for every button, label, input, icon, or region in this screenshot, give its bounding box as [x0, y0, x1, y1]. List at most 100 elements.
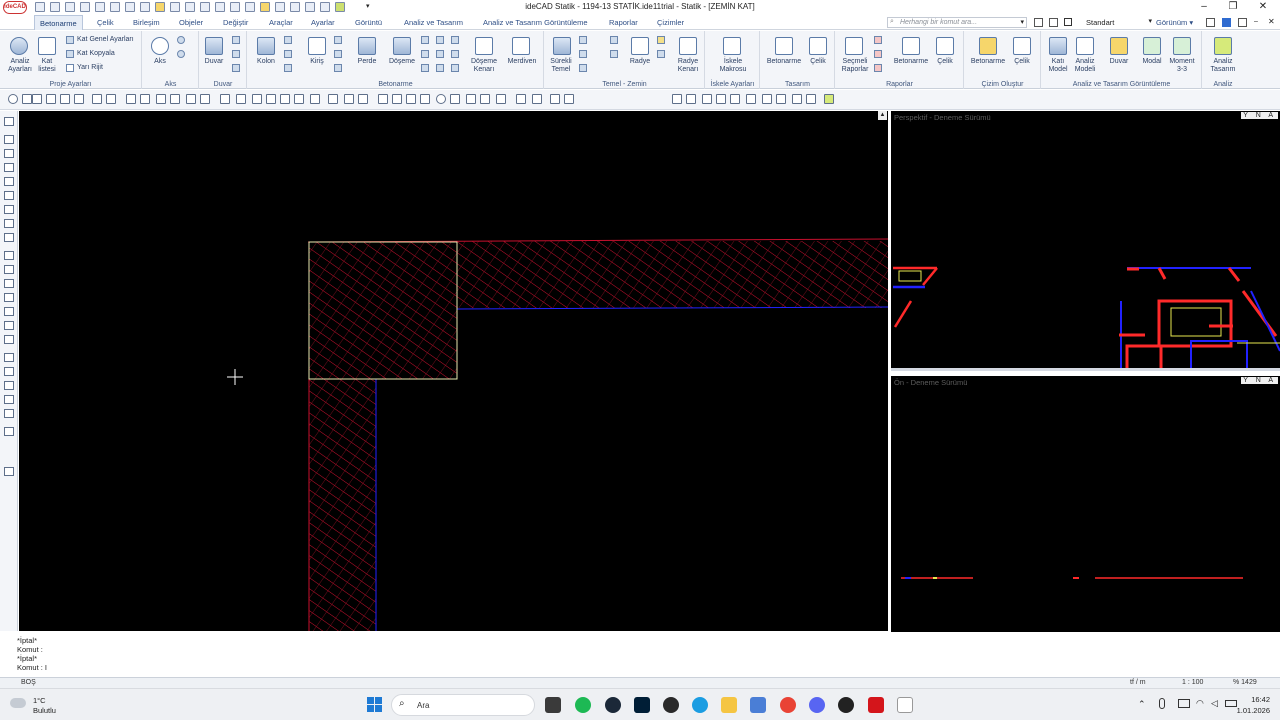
- front-viewport[interactable]: Ön - Deneme Sürümü Y N A: [891, 376, 1280, 632]
- radye-button[interactable]: Radye: [625, 58, 655, 66]
- area-tool-icon[interactable]: [4, 367, 14, 376]
- column-base-icon[interactable]: [284, 64, 292, 72]
- help-icon[interactable]: [1222, 18, 1231, 27]
- dimension-icon[interactable]: [480, 94, 490, 104]
- start-icon[interactable]: [367, 697, 382, 712]
- kiris-button[interactable]: Kiriş: [302, 58, 332, 66]
- workspace-select[interactable]: Standart ▾: [1064, 17, 1154, 28]
- aks-button[interactable]: Aks: [147, 58, 173, 66]
- window-icon[interactable]: [1049, 18, 1058, 27]
- command-search-input[interactable]: ⌕ Herhangi bir komut ara... ▾: [887, 17, 1027, 28]
- kat-listesi-button[interactable]: Kat listesi: [33, 58, 61, 74]
- slab-hatch-icon[interactable]: [421, 50, 429, 58]
- image-icon[interactable]: [378, 94, 388, 104]
- yari-rijit-checkbox[interactable]: Yarı Rijit: [77, 64, 103, 71]
- radye-kenari-button[interactable]: Radye Kenarı: [671, 58, 705, 74]
- minimize-icon[interactable]: –: [1254, 18, 1258, 25]
- analiz-ayarlari-button[interactable]: Analiz Ayarları: [3, 58, 37, 74]
- measure-icon[interactable]: [74, 94, 84, 104]
- minimize-button[interactable]: –: [1190, 0, 1218, 15]
- tab-raporlar[interactable]: Raporlar: [609, 18, 638, 27]
- duvar-button[interactable]: Duvar: [200, 58, 228, 66]
- leader-icon[interactable]: [496, 94, 506, 104]
- trim-icon[interactable]: [220, 94, 230, 104]
- microphone-icon[interactable]: [1159, 698, 1165, 709]
- tray-overflow-icon[interactable]: ⌃: [1138, 699, 1146, 710]
- secmeli-raporlar-button[interactable]: Seçmeli Raporlar: [836, 58, 874, 74]
- doseme-button[interactable]: Döşeme: [385, 58, 419, 66]
- tab-ayarlar[interactable]: Ayarlar: [311, 18, 335, 27]
- list-tool-icon[interactable]: [4, 233, 14, 242]
- modal-button[interactable]: Modal: [1138, 58, 1166, 66]
- volume-icon[interactable]: ◁: [1211, 698, 1218, 709]
- grid-toggle-icon[interactable]: [702, 94, 712, 104]
- cizim-betonarme-button[interactable]: Betonarme: [967, 58, 1009, 66]
- mirror-icon[interactable]: [170, 94, 180, 104]
- tab-betonarme[interactable]: Betonarme: [34, 15, 83, 30]
- block-icon[interactable]: [516, 94, 526, 104]
- status-scale[interactable]: 1 : 100: [1182, 679, 1203, 686]
- plot-icon[interactable]: [686, 94, 696, 104]
- view3d-tool-icon[interactable]: [4, 279, 14, 288]
- kat-kopyala-button[interactable]: Kat Kopyala: [77, 50, 115, 57]
- acrobat-icon[interactable]: [868, 697, 884, 713]
- table-icon[interactable]: [344, 94, 354, 104]
- frame-icon[interactable]: [776, 94, 786, 104]
- close-button[interactable]: ✕: [1249, 0, 1277, 15]
- hide-tool-icon[interactable]: [4, 177, 14, 186]
- surekli-temel-button[interactable]: Sürekli Temel: [545, 58, 577, 74]
- monitor-icon[interactable]: [1178, 699, 1190, 708]
- iskele-makrosu-button[interactable]: İskele Makrosu: [711, 58, 755, 74]
- copy-icon[interactable]: [140, 94, 150, 104]
- idecad-icon[interactable]: [897, 697, 913, 713]
- fillet-icon[interactable]: [280, 94, 290, 104]
- snap-settings-icon[interactable]: [806, 94, 816, 104]
- wall-opening-icon[interactable]: [232, 36, 240, 44]
- tab-araclar[interactable]: Araçlar: [269, 18, 293, 27]
- weather-widget[interactable]: 1°C Bulutlu: [10, 695, 70, 717]
- maximize-button[interactable]: ❐: [1219, 0, 1247, 15]
- vertical-wall[interactable]: [308, 379, 377, 631]
- panel-icon[interactable]: [1238, 18, 1247, 27]
- slab-merge-icon[interactable]: [451, 36, 459, 44]
- tasarim-betonarme-button[interactable]: Betonarme: [763, 58, 805, 66]
- raft-hatch-icon[interactable]: [657, 50, 665, 58]
- walk-tool-icon[interactable]: [4, 321, 14, 330]
- lock-tool-icon[interactable]: [4, 205, 14, 214]
- printer-icon[interactable]: [672, 94, 682, 104]
- kati-model-button[interactable]: Katı Model: [1044, 58, 1072, 74]
- kolon-button[interactable]: Kolon: [251, 58, 281, 66]
- elevation-tool-icon[interactable]: [4, 265, 14, 274]
- pick-icon[interactable]: [60, 94, 70, 104]
- extend-icon[interactable]: [236, 94, 246, 104]
- lightning-icon[interactable]: [824, 94, 834, 104]
- object-tool-icon[interactable]: [4, 149, 14, 158]
- column-type-icon[interactable]: [284, 36, 292, 44]
- wall-door-icon[interactable]: [232, 50, 240, 58]
- beam-curve-icon[interactable]: [334, 64, 342, 72]
- angle-tool-icon[interactable]: [4, 395, 14, 404]
- slab-rib-icon[interactable]: [436, 36, 444, 44]
- clock-date[interactable]: 1.01.2026: [1232, 706, 1270, 715]
- axis-refresh-icon[interactable]: [177, 50, 185, 58]
- section-tool-icon[interactable]: [4, 251, 14, 260]
- settings-icon[interactable]: [1206, 18, 1215, 27]
- layers-grid-icon[interactable]: [358, 94, 368, 104]
- select-icon[interactable]: [46, 94, 56, 104]
- wifi-icon[interactable]: ◠: [1196, 698, 1204, 709]
- tab-analiz-ve-tasarim[interactable]: Analiz ve Tasarım: [404, 18, 463, 27]
- perde-button[interactable]: Perde: [352, 58, 382, 66]
- slab-edge-icon[interactable]: [421, 64, 429, 72]
- pile-cap-icon[interactable]: [579, 64, 587, 72]
- zoom-window-icon[interactable]: [22, 94, 32, 104]
- taskbar-search[interactable]: ⌕ Ara: [391, 694, 535, 716]
- photoshop-icon[interactable]: [634, 697, 650, 713]
- filter-tool-icon[interactable]: [4, 163, 14, 172]
- zoom-extents-icon[interactable]: [32, 94, 42, 104]
- report-list-icon[interactable]: [874, 50, 882, 58]
- tab-degistir[interactable]: Değiştir: [223, 18, 248, 27]
- tab-analiz-goruntuleme[interactable]: Analiz ve Tasarım Görüntüleme: [483, 18, 588, 27]
- layer-tool-icon[interactable]: [4, 135, 14, 144]
- report-print-icon[interactable]: [874, 36, 882, 44]
- grid-icon[interactable]: [328, 94, 338, 104]
